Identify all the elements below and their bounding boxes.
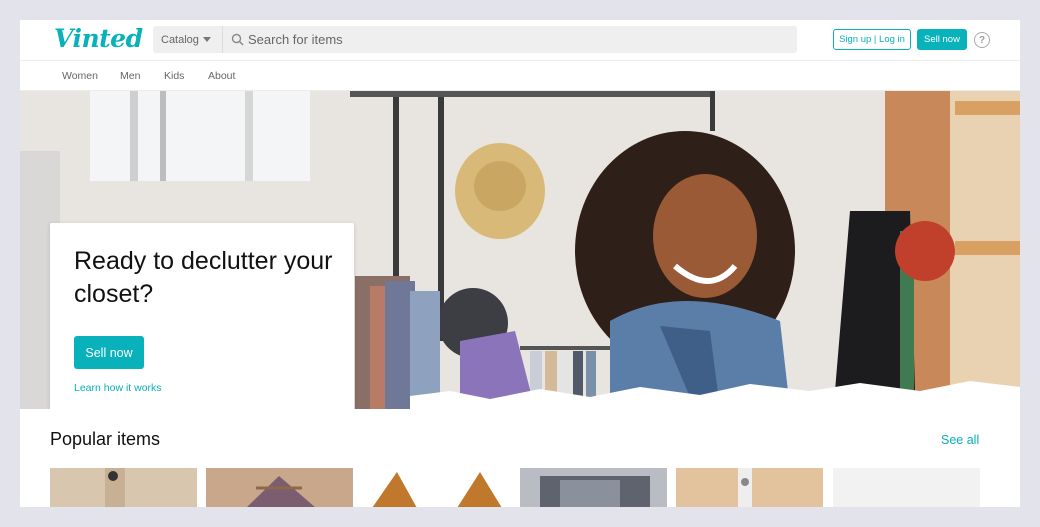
item-thumbnail[interactable] (676, 468, 823, 507)
item-thumbnail[interactable] (206, 468, 353, 507)
item-thumbnail[interactable] (362, 468, 509, 507)
top-header: Vinted Catalog Sign up | Log in Sell now… (20, 20, 1020, 60)
item-photo (206, 468, 353, 507)
item-thumbnail[interactable] (833, 468, 980, 507)
hero-sell-now-button[interactable]: Sell now (74, 336, 144, 369)
item-thumbnail[interactable] (50, 468, 197, 507)
nav-item-kids[interactable]: Kids (164, 70, 184, 82)
search-icon (231, 33, 244, 46)
page-frame: Vinted Catalog Sign up | Log in Sell now… (20, 20, 1020, 507)
help-icon[interactable]: ? (974, 32, 990, 48)
nav-item-men[interactable]: Men (120, 70, 140, 82)
hero-heading: Ready to declutter your closet? (74, 247, 333, 308)
category-nav: Women Men Kids About (20, 60, 1020, 91)
hero-cta-card: Ready to declutter your closet? Sell now… (50, 223, 354, 409)
nav-item-about[interactable]: About (208, 70, 235, 82)
catalog-dropdown[interactable]: Catalog (153, 26, 223, 53)
vinted-logo[interactable]: Vinted (54, 24, 143, 53)
item-photo (676, 468, 823, 507)
learn-how-it-works-link[interactable]: Learn how it works (74, 382, 162, 394)
popular-items-heading: Popular items (50, 429, 161, 449)
search-bar: Catalog (153, 26, 797, 53)
nav-item-women[interactable]: Women (62, 70, 98, 82)
popular-items-row (50, 468, 992, 507)
item-thumbnail[interactable] (520, 468, 667, 507)
item-photo (50, 468, 197, 507)
sell-now-header-button[interactable]: Sell now (917, 29, 967, 50)
item-photo (520, 468, 667, 507)
hero-banner: Ready to declutter your closet? Sell now… (20, 91, 1020, 409)
search-input[interactable] (248, 26, 788, 53)
item-photo (362, 468, 509, 507)
catalog-label: Catalog (161, 33, 199, 46)
chevron-down-icon (202, 37, 211, 42)
signup-login-button[interactable]: Sign up | Log in (833, 29, 911, 50)
see-all-link[interactable]: See all (941, 433, 979, 447)
